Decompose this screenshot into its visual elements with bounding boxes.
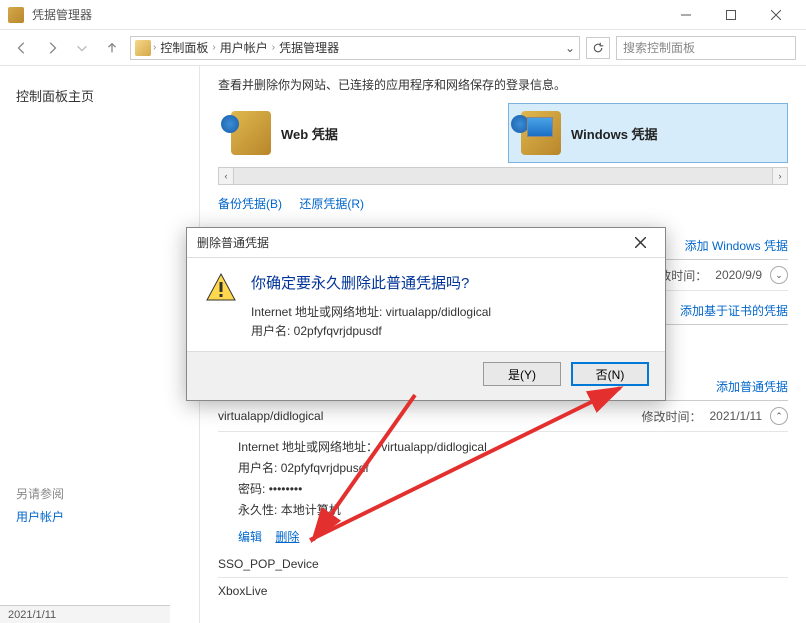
sidebar-user-accounts[interactable]: 用户帐户: [16, 508, 183, 525]
chevron-right-icon: ›: [153, 42, 156, 53]
tab-web-credentials[interactable]: Web 凭据: [218, 103, 498, 163]
chevron-right-icon: ›: [272, 42, 275, 53]
sidebar-see-also: 另请参阅: [16, 485, 183, 502]
dialog-close-button[interactable]: [625, 231, 655, 255]
no-button[interactable]: 否(N): [571, 362, 649, 386]
add-cert-credential-link[interactable]: 添加基于证书的凭据: [680, 302, 788, 319]
search-input[interactable]: 搜索控制面板: [616, 36, 796, 60]
up-button[interactable]: [100, 36, 124, 60]
yes-button[interactable]: 是(Y): [483, 362, 561, 386]
item-name: virtualapp/didlogical: [218, 409, 323, 423]
dialog-question: 你确定要永久删除此普通凭据吗?: [251, 272, 491, 293]
dialog-user-line: 用户名: 02pfyfqvrjdpusdf: [251, 322, 491, 341]
chevron-right-icon: ›: [212, 42, 215, 53]
window-title: 凭据管理器: [32, 6, 92, 23]
item-name: SSO_POP_Device: [218, 557, 319, 571]
detail-user-label: 用户名:: [238, 461, 277, 475]
credential-details: Internet 地址或网络地址： virtualapp/didlogical …: [218, 432, 788, 528]
delete-link[interactable]: 删除: [275, 530, 299, 544]
breadcrumb[interactable]: › 控制面板 › 用户帐户 › 凭据管理器 ⌄: [130, 36, 580, 60]
detail-user-value: 02pfyfqvrjdpusdf: [281, 461, 369, 475]
add-generic-credential-link[interactable]: 添加普通凭据: [716, 378, 788, 395]
list-item-virtualapp[interactable]: virtualapp/didlogical 修改时间： 2021/1/11 ⌃: [218, 401, 788, 432]
backup-credentials-link[interactable]: 备份凭据(B): [218, 197, 282, 211]
refresh-button[interactable]: [586, 37, 610, 59]
restore-credentials-link[interactable]: 还原凭据(R): [299, 197, 364, 211]
tab-windows-label: Windows 凭据: [571, 124, 658, 143]
item-mod-label: 修改时间：: [641, 408, 701, 425]
dialog-addr-line: Internet 地址或网络地址: virtualapp/didlogical: [251, 303, 491, 322]
chevron-down-icon[interactable]: ⌄: [565, 41, 575, 55]
sidebar-home[interactable]: 控制面板主页: [16, 86, 183, 105]
detail-addr-value: virtualapp/didlogical: [381, 440, 486, 454]
title-bar: 凭据管理器: [0, 0, 806, 30]
recent-button[interactable]: [70, 36, 94, 60]
edit-link[interactable]: 编辑: [238, 530, 262, 544]
chevron-down-icon[interactable]: ⌄: [770, 266, 788, 284]
navigation-bar: › 控制面板 › 用户帐户 › 凭据管理器 ⌄ 搜索控制面板: [0, 30, 806, 66]
search-placeholder: 搜索控制面板: [623, 39, 695, 56]
add-windows-credential-link[interactable]: 添加 Windows 凭据: [685, 237, 788, 254]
detail-pwd-label: 密码:: [238, 482, 265, 496]
tab-web-label: Web 凭据: [281, 124, 338, 143]
crumb-credential-manager[interactable]: 凭据管理器: [277, 39, 341, 56]
back-button[interactable]: [10, 36, 34, 60]
horizontal-scrollbar[interactable]: ‹ ›: [218, 167, 788, 185]
list-item-sso[interactable]: SSO_POP_Device: [218, 551, 788, 578]
dialog-title: 删除普通凭据: [197, 234, 269, 251]
list-item-xbox[interactable]: XboxLive: [218, 578, 788, 604]
monitor-icon: [527, 117, 553, 137]
maximize-button[interactable]: [708, 0, 753, 30]
detail-persist-label: 永久性:: [238, 503, 277, 517]
close-button[interactable]: [753, 0, 798, 30]
chevron-up-icon[interactable]: ⌃: [770, 407, 788, 425]
warning-icon: [205, 272, 237, 304]
detail-addr-label: Internet 地址或网络地址：: [238, 440, 378, 454]
sidebar: 控制面板主页 另请参阅 用户帐户: [0, 66, 200, 623]
scroll-left-icon[interactable]: ‹: [218, 167, 234, 185]
item-date: 2020/9/9: [715, 268, 762, 282]
tab-windows-credentials[interactable]: Windows 凭据: [508, 103, 788, 163]
item-name: XboxLive: [218, 584, 267, 598]
crumb-user-accounts[interactable]: 用户帐户: [218, 39, 270, 56]
delete-confirmation-dialog: 删除普通凭据 你确定要永久删除此普通凭据吗? Internet 地址或网络地址:…: [186, 227, 666, 401]
app-icon: [8, 7, 24, 23]
folder-icon: [135, 40, 151, 56]
safe-icon: [231, 111, 271, 155]
footer-timestamp: 2021/1/11: [8, 609, 56, 621]
forward-button[interactable]: [40, 36, 64, 60]
scroll-right-icon[interactable]: ›: [772, 167, 788, 185]
detail-persist-value: 本地计算机: [281, 503, 341, 517]
intro-text: 查看并删除你为网站、已连接的应用程序和网络保存的登录信息。: [218, 76, 788, 93]
taskbar-stub: 2021/1/11: [0, 605, 170, 623]
detail-pwd-value: ••••••••: [269, 482, 303, 496]
crumb-control-panel[interactable]: 控制面板: [158, 39, 210, 56]
minimize-button[interactable]: [663, 0, 708, 30]
item-date: 2021/1/11: [710, 409, 763, 423]
